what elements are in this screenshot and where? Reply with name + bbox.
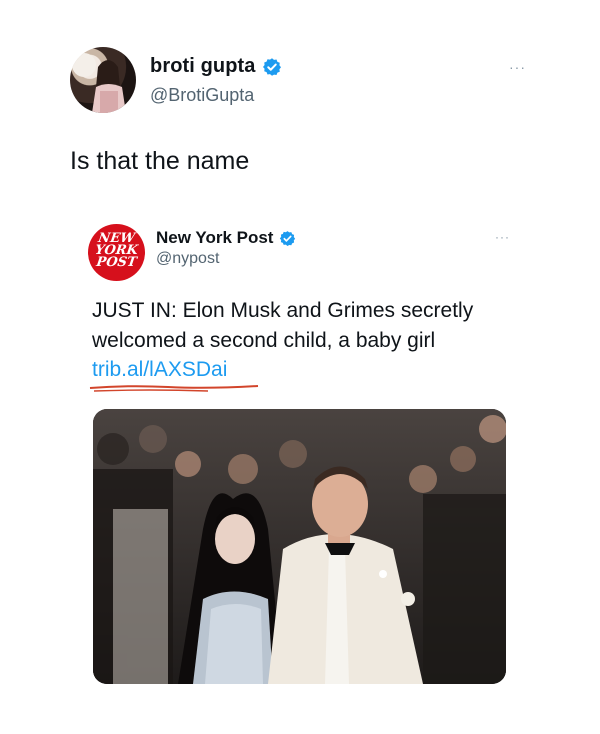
tweet-text: Is that the name	[70, 147, 250, 175]
author-avatar[interactable]	[70, 47, 136, 113]
quoted-tweet-text: JUST IN: Elon Musk and Grimes secretly w…	[92, 299, 474, 352]
verified-badge-icon	[279, 230, 296, 247]
verified-badge-icon	[262, 57, 282, 77]
nypost-logo-avatar[interactable]: NEW YORK POST	[88, 224, 145, 281]
quoted-tweet-link[interactable]: trib.al/lAXSDai	[92, 358, 227, 382]
tweet-photo[interactable]	[93, 409, 506, 684]
photo-icon	[93, 409, 506, 684]
avatar-photo	[72, 53, 126, 113]
logo-line-3: POST	[95, 255, 138, 270]
author-display-name[interactable]: broti gupta	[150, 55, 256, 78]
red-underline-annotation	[89, 385, 259, 392]
author-handle[interactable]: @BrotiGupta	[150, 85, 254, 106]
quoted-author-display-name[interactable]: New York Post	[156, 228, 273, 248]
quoted-author-handle[interactable]: @nypost	[156, 250, 219, 268]
more-options-icon[interactable]: ···	[495, 230, 510, 244]
tweet-header: broti gupta @BrotiGupta ···	[70, 47, 540, 117]
more-options-icon[interactable]: ···	[509, 59, 526, 75]
